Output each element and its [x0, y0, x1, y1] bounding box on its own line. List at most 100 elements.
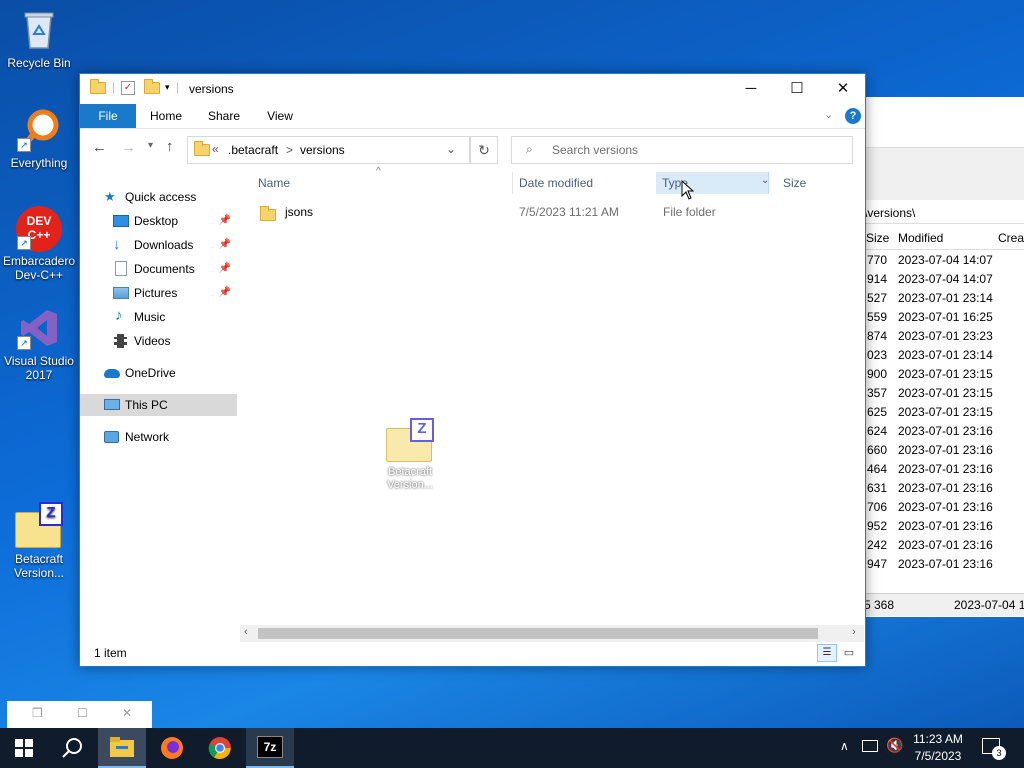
nav-onedrive[interactable]: OneDrive: [80, 362, 237, 384]
column-dropdown-icon[interactable]: ⌄: [761, 175, 769, 186]
breadcrumb-betacraft[interactable]: .betacraft: [228, 143, 278, 157]
nav-documents[interactable]: Documents 📌: [80, 258, 237, 280]
column-modified[interactable]: Modified: [898, 227, 943, 249]
taskbar-chrome[interactable]: [196, 728, 244, 768]
background-window-header: Size Modified Creat: [864, 227, 1024, 250]
nav-this-pc[interactable]: This PC: [80, 394, 237, 416]
nav-music[interactable]: ♪ Music: [80, 306, 237, 328]
document-icon: [115, 261, 127, 276]
help-icon[interactable]: ?: [845, 108, 861, 124]
start-button[interactable]: [0, 728, 48, 768]
scroll-left-icon[interactable]: ‹: [244, 626, 248, 638]
column-header-name[interactable]: Name: [252, 172, 518, 194]
tab-file[interactable]: File: [80, 104, 136, 128]
recycle-bin-icon: [17, 8, 61, 52]
search-box[interactable]: ⌕ Search versions: [511, 136, 853, 164]
back-button[interactable]: ←: [92, 139, 107, 156]
row-size: 464: [867, 462, 888, 476]
title-bar[interactable]: | ✓ ▾ | versions ─ ☐ ✕: [80, 74, 865, 104]
taskbar-7zip[interactable]: 7z: [246, 728, 294, 768]
taskbar-file-explorer[interactable]: [98, 728, 146, 768]
properties-icon[interactable]: ✓: [121, 81, 135, 95]
nav-downloads[interactable]: ↓ Downloads 📌: [80, 234, 237, 256]
close-button[interactable]: ✕: [122, 706, 132, 720]
table-row[interactable]: 874 2023-07-01 23:23: [864, 327, 1024, 346]
breadcrumb-separator[interactable]: >: [286, 143, 293, 157]
file-row[interactable]: jsons 7/5/2023 11:21 AM File folder: [252, 201, 852, 223]
close-button[interactable]: ✕: [820, 74, 866, 104]
status-item-count: 1 item: [94, 646, 127, 660]
table-row[interactable]: 527 2023-07-01 23:14: [864, 289, 1024, 308]
recent-locations-button[interactable]: ▾: [148, 140, 153, 151]
nav-videos[interactable]: Videos: [80, 330, 237, 352]
tab-share[interactable]: Share: [200, 104, 248, 128]
expand-ribbon-icon[interactable]: ⌄: [824, 108, 833, 121]
nav-network[interactable]: Network: [80, 426, 237, 448]
desktop-icon-visual-studio[interactable]: ↗ Visual Studio 2017: [1, 306, 77, 382]
breadcrumb-versions[interactable]: versions: [300, 143, 345, 157]
table-row[interactable]: 357 2023-07-01 23:15: [864, 384, 1024, 403]
forward-button[interactable]: →: [121, 139, 136, 156]
table-row[interactable]: 947 2023-07-01 23:16: [864, 555, 1024, 574]
desktop-icon-devcpp[interactable]: DEV C++ ↗ Embarcadero Dev-C++: [1, 206, 77, 282]
maximize-button[interactable]: ☐: [77, 706, 88, 720]
horizontal-scrollbar[interactable]: ‹ ›: [240, 625, 864, 642]
column-header-type[interactable]: Type: [656, 172, 769, 194]
table-row[interactable]: 952 2023-07-01 23:16: [864, 517, 1024, 536]
volume-muted-icon[interactable]: 🔇: [886, 737, 903, 754]
up-button[interactable]: ↑: [166, 138, 174, 155]
maximize-button[interactable]: ☐: [774, 74, 820, 104]
table-row[interactable]: 631 2023-07-01 23:16: [864, 479, 1024, 498]
minimize-button[interactable]: ─: [728, 74, 774, 104]
nav-desktop[interactable]: Desktop 📌: [80, 210, 237, 232]
table-row[interactable]: 242 2023-07-01 23:16: [864, 536, 1024, 555]
details-view-button[interactable]: ☰: [817, 644, 837, 662]
table-row[interactable]: 706 2023-07-01 23:16: [864, 498, 1024, 517]
table-row[interactable]: 464 2023-07-01 23:16: [864, 460, 1024, 479]
table-row[interactable]: 023 2023-07-01 23:14: [864, 346, 1024, 365]
column-size[interactable]: Size: [866, 227, 889, 249]
column-header-date-modified[interactable]: Date modified: [513, 172, 659, 194]
desktop-icon-recycle-bin[interactable]: Recycle Bin: [1, 8, 77, 70]
file-explorer-window[interactable]: | ✓ ▾ | versions ─ ☐ ✕ File Home Share V…: [79, 73, 866, 667]
nav-pictures[interactable]: Pictures 📌: [80, 282, 237, 304]
restore-button[interactable]: ❐: [32, 706, 43, 720]
nav-label: Music: [134, 310, 166, 324]
address-bar[interactable]: « .betacraft > versions ⌄: [187, 136, 470, 164]
address-overflow[interactable]: «: [212, 142, 219, 156]
show-hidden-icons-button[interactable]: ∧: [840, 739, 849, 753]
refresh-button[interactable]: ↻: [470, 136, 498, 164]
table-row[interactable]: 660 2023-07-01 23:16: [864, 441, 1024, 460]
large-icons-view-button[interactable]: ▭: [840, 644, 858, 662]
desktop-icon-everything[interactable]: ↗ Everything: [1, 108, 77, 170]
desktop-icon-betacraft-zip[interactable]: Z Betacraft Version...: [1, 502, 77, 580]
minimized-window-controls[interactable]: ❐ ☐ ✕: [7, 701, 152, 729]
nav-quick-access[interactable]: ★ Quick access: [80, 186, 237, 208]
tab-home[interactable]: Home: [142, 104, 190, 128]
table-row[interactable]: 770 2023-07-04 14:07: [864, 251, 1024, 270]
table-row[interactable]: 624 2023-07-01 23:16: [864, 422, 1024, 441]
clock[interactable]: 11:23 AM 7/5/2023: [906, 731, 970, 765]
scroll-right-icon[interactable]: ›: [852, 626, 856, 638]
desktop-icon-label: Embarcadero Dev-C++: [2, 254, 76, 282]
scrollbar-thumb[interactable]: [258, 628, 818, 639]
table-row[interactable]: 914 2023-07-04 14:07: [864, 270, 1024, 289]
taskbar-firefox[interactable]: [148, 728, 196, 768]
tab-view[interactable]: View: [256, 104, 304, 128]
picture-icon: [113, 287, 129, 299]
customize-qat-icon[interactable]: ▾: [165, 82, 170, 93]
network-status-icon[interactable]: [862, 740, 878, 752]
desktop-icon-label: Visual Studio 2017: [4, 354, 74, 382]
table-row[interactable]: 559 2023-07-01 16:25: [864, 308, 1024, 327]
table-row[interactable]: 900 2023-07-01 23:15: [864, 365, 1024, 384]
row-modified: 2023-07-01 23:15: [898, 386, 993, 400]
column-created[interactable]: Creat: [998, 227, 1024, 249]
new-folder-icon[interactable]: [144, 79, 160, 97]
address-dropdown-icon[interactable]: ⌄: [446, 142, 456, 156]
row-size: 952: [867, 519, 888, 533]
search-button[interactable]: [48, 728, 96, 768]
table-row[interactable]: 625 2023-07-01 23:15: [864, 403, 1024, 422]
column-header-size[interactable]: Size: [777, 172, 863, 194]
row-size: 660: [867, 443, 888, 457]
background-window[interactable]: \versions\ Size Modified Creat 770 2023-0…: [864, 97, 1024, 617]
